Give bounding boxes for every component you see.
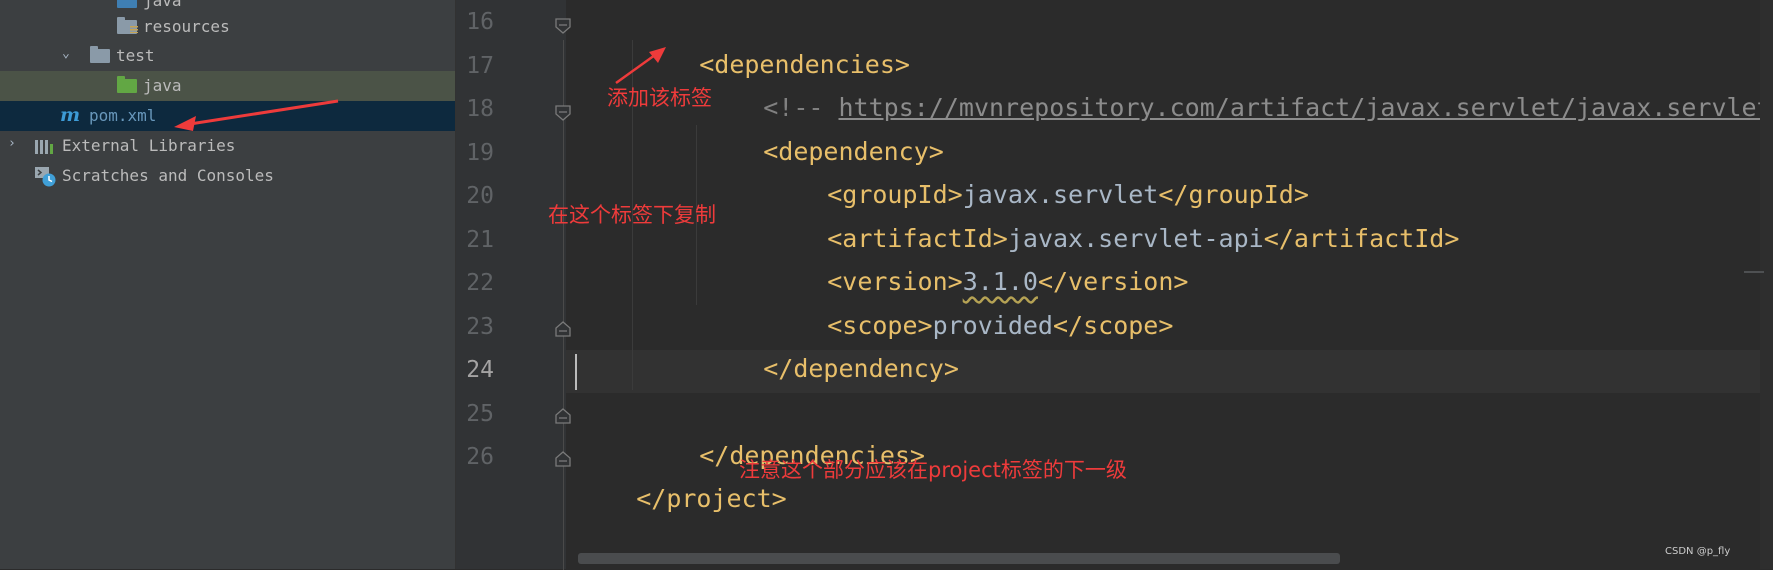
- xml-tag: </project>: [636, 484, 787, 513]
- horizontal-scrollbar[interactable]: [578, 553, 1340, 564]
- line-number: 23: [466, 314, 494, 340]
- scroll-marker[interactable]: [1744, 271, 1764, 273]
- text-caret: [575, 354, 577, 390]
- line-number: 25: [466, 401, 494, 427]
- line-number: 19: [466, 140, 494, 166]
- line-number: 26: [466, 444, 494, 470]
- code-line-23[interactable]: </dependency>: [703, 309, 959, 383]
- editor-right-edge: [1760, 0, 1773, 569]
- annotation-note-level: 注意这个部分应该在project标签的下一级: [739, 458, 1127, 482]
- annotation-arrow: [615, 47, 666, 85]
- xml-tag: </dependency>: [763, 354, 959, 383]
- annotation-copy-under: 在这个标签下复制: [548, 203, 716, 227]
- code-line-25[interactable]: </dependencies>: [639, 396, 925, 470]
- line-number: 20: [466, 183, 494, 209]
- fold-close-icon[interactable]: [554, 407, 572, 425]
- fold-close-icon[interactable]: [554, 320, 572, 338]
- comment-url-link[interactable]: https://mvnrepository.com/artifact/javax…: [838, 93, 1773, 122]
- fold-close-icon[interactable]: [554, 450, 572, 468]
- code-line-17[interactable]: <!-- https://mvnrepository.com/artifact/…: [703, 48, 1773, 122]
- watermark: CSDN @p_fly: [1665, 546, 1731, 557]
- code-line-22[interactable]: <scope>provided</scope>: [767, 266, 1173, 340]
- xml-tag: </artifactId>: [1263, 224, 1460, 253]
- code-editor[interactable]: 16 17 18 19 20 21 22 23 24 25 26 <depend…: [456, 0, 1773, 570]
- line-number: 21: [466, 227, 494, 253]
- code-line-19[interactable]: <groupId>javax.servlet</groupId>: [767, 135, 1309, 209]
- project-tree-panel: java resources ⌄ test java m pom.xml › E…: [0, 0, 455, 569]
- annotation-arrow: [174, 99, 339, 131]
- code-line-20[interactable]: <artifactId>javax.servlet-api</artifactI…: [767, 179, 1459, 253]
- line-number: 22: [466, 270, 494, 296]
- code-line-21[interactable]: <version>3.1.0</version>: [767, 222, 1188, 296]
- line-number-current: 24: [466, 357, 494, 383]
- xml-tag: </scope>: [1053, 311, 1174, 340]
